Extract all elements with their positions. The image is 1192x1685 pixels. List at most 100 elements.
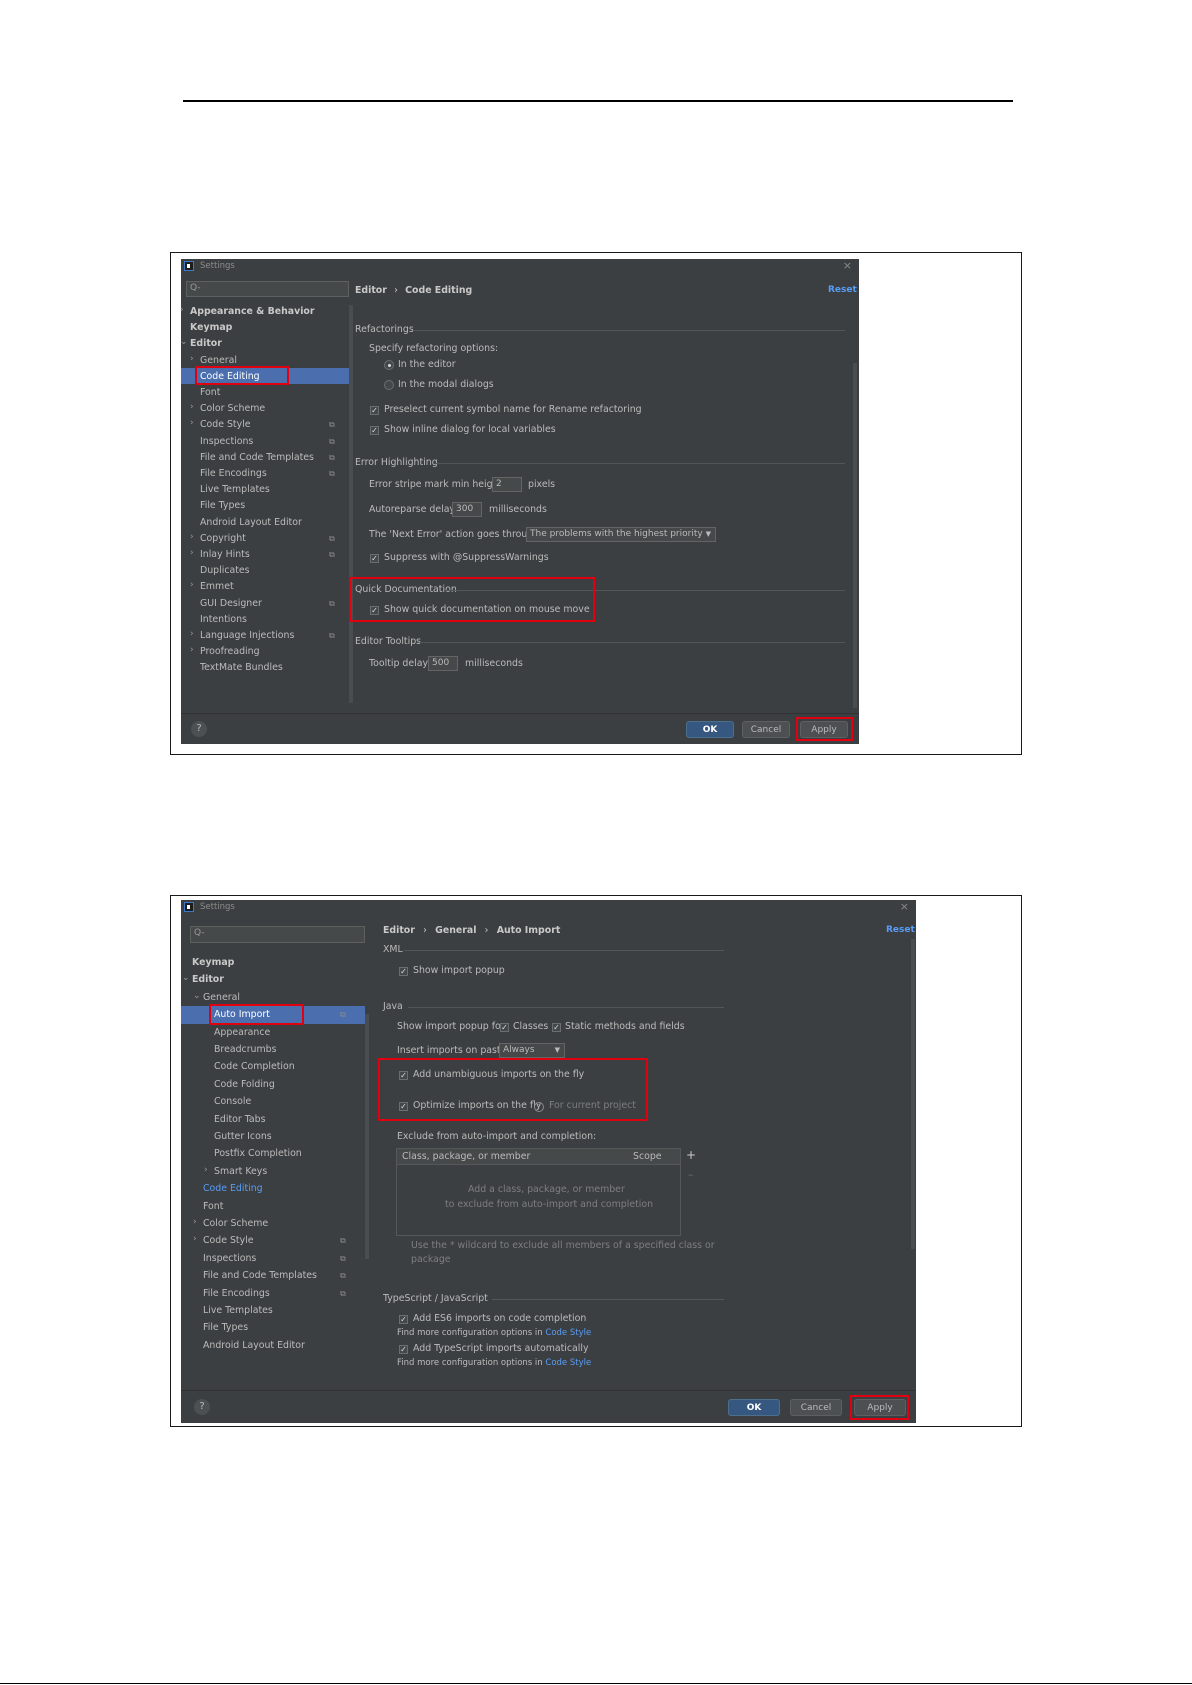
sidebar-item-appearance-behavior[interactable]: Appearance & Behavior	[190, 306, 315, 317]
sidebar-item-general[interactable]: General	[200, 355, 237, 366]
add-icon[interactable]: +	[686, 1148, 696, 1162]
sidebar-item-duplicates[interactable]: Duplicates	[200, 565, 250, 576]
settings-search-input[interactable]: Q-	[190, 926, 365, 943]
chevron-right-icon[interactable]: ›	[190, 354, 194, 364]
java-static-checkbox[interactable]: ✓	[552, 1023, 561, 1032]
chevron-right-icon[interactable]: ›	[190, 629, 194, 639]
chevron-down-icon[interactable]: ⌄	[182, 973, 190, 983]
sidebar-item-file-types[interactable]: File Types	[200, 500, 245, 511]
java-static-label[interactable]: Static methods and fields	[565, 1021, 685, 1032]
breadcrumb-editor[interactable]: Editor	[383, 925, 415, 936]
sidebar-item-android-layout-editor[interactable]: Android Layout Editor	[200, 517, 302, 528]
sidebar-item-code-editing[interactable]: Code Editing	[200, 371, 260, 382]
sidebar-item-inspections[interactable]: Inspections	[203, 1253, 256, 1264]
radio-in-modal-dialogs-label[interactable]: In the modal dialogs	[398, 379, 494, 390]
preselect-rename-checkbox[interactable]: ✓	[370, 406, 379, 415]
radio-in-the-editor-label[interactable]: In the editor	[398, 359, 456, 370]
sidebar-scrollbar[interactable]	[365, 1014, 369, 1259]
breadcrumb-editor[interactable]: Editor	[355, 285, 387, 296]
ok-button[interactable]: OK	[686, 721, 734, 738]
sidebar-item-inlay-hints[interactable]: Inlay Hints	[200, 549, 250, 560]
sidebar-item-editor[interactable]: Editor	[192, 974, 224, 985]
stripe-height-input[interactable]: 2	[492, 477, 522, 492]
xml-show-popup-checkbox[interactable]: ✓	[399, 967, 408, 976]
sidebar-item-smart-keys[interactable]: Smart Keys	[214, 1166, 267, 1177]
sidebar-item-gutter-icons[interactable]: Gutter Icons	[214, 1131, 272, 1142]
next-error-select[interactable]: The problems with the highest priority ▼	[526, 527, 716, 542]
sidebar-item-file-encodings[interactable]: File Encodings	[203, 1288, 270, 1299]
help-icon[interactable]: ?	[191, 721, 207, 737]
cancel-button[interactable]: Cancel	[790, 1399, 842, 1416]
sidebar-item-language-injections[interactable]: Language Injections	[200, 630, 294, 641]
content-scrollbar[interactable]	[853, 363, 857, 708]
sidebar-item-intentions[interactable]: Intentions	[200, 614, 247, 625]
close-icon[interactable]: ×	[900, 900, 909, 913]
sidebar-item-copyright[interactable]: Copyright	[200, 533, 246, 544]
chevron-down-icon[interactable]: ⌄	[181, 337, 188, 347]
ok-button[interactable]: OK	[728, 1399, 780, 1416]
chevron-right-icon[interactable]: ›	[193, 1217, 197, 1227]
sidebar-item-code-style[interactable]: Code Style	[200, 419, 251, 430]
chevron-right-icon[interactable]: ›	[190, 645, 194, 655]
sidebar-item-live-templates[interactable]: Live Templates	[200, 484, 270, 495]
code-style-link[interactable]: Code Style	[545, 1328, 591, 1338]
sidebar-item-file-and-code-templates[interactable]: File and Code Templates	[200, 452, 314, 463]
autoreparse-input[interactable]: 300	[452, 502, 482, 517]
suppress-warnings-label[interactable]: Suppress with @SuppressWarnings	[384, 552, 549, 563]
sidebar-item-keymap[interactable]: Keymap	[192, 957, 234, 968]
sidebar-item-code-completion[interactable]: Code Completion	[214, 1061, 295, 1072]
insert-imports-select[interactable]: Always ▼	[499, 1043, 565, 1058]
sidebar-item-general[interactable]: General	[203, 992, 240, 1003]
remove-icon[interactable]: –	[688, 1168, 694, 1181]
sidebar-item-console[interactable]: Console	[214, 1096, 251, 1107]
suppress-warnings-checkbox[interactable]: ✓	[370, 554, 379, 563]
sidebar-item-font[interactable]: Font	[200, 387, 220, 398]
sidebar-item-editor-tabs[interactable]: Editor Tabs	[214, 1114, 265, 1125]
sidebar-item-file-and-code-templates[interactable]: File and Code Templates	[203, 1270, 317, 1281]
sidebar-item-auto-import[interactable]: Auto Import	[214, 1009, 270, 1020]
java-classes-checkbox[interactable]: ✓	[500, 1023, 509, 1032]
inline-dialog-checkbox[interactable]: ✓	[370, 426, 379, 435]
sidebar-item-code-style[interactable]: Code Style	[203, 1235, 254, 1246]
sidebar-item-font[interactable]: Font	[203, 1201, 223, 1212]
chevron-right-icon[interactable]: ›	[181, 305, 184, 315]
sidebar-item-color-scheme[interactable]: Color Scheme	[200, 403, 265, 414]
sidebar-item-inspections[interactable]: Inspections	[200, 436, 253, 447]
column-scope[interactable]: Scope	[633, 1149, 662, 1164]
sidebar-item-keymap[interactable]: Keymap	[190, 322, 232, 333]
chevron-right-icon[interactable]: ›	[190, 580, 194, 590]
sidebar-item-textmate-bundles[interactable]: TextMate Bundles	[200, 662, 283, 673]
chevron-right-icon[interactable]: ›	[190, 418, 194, 428]
es6-imports-checkbox[interactable]: ✓	[399, 1315, 408, 1324]
java-classes-label[interactable]: Classes	[513, 1021, 548, 1032]
sidebar-item-live-templates[interactable]: Live Templates	[203, 1305, 273, 1316]
sidebar-item-breadcrumbs[interactable]: Breadcrumbs	[214, 1044, 276, 1055]
sidebar-item-appearance[interactable]: Appearance	[214, 1027, 270, 1038]
help-icon[interactable]: ?	[194, 1399, 210, 1415]
sidebar-item-emmet[interactable]: Emmet	[200, 581, 234, 592]
chevron-down-icon[interactable]: ⌄	[193, 991, 201, 1001]
chevron-right-icon[interactable]: ›	[190, 548, 194, 558]
cancel-button[interactable]: Cancel	[742, 721, 790, 738]
sidebar-scrollbar[interactable]	[349, 305, 353, 703]
inline-dialog-label[interactable]: Show inline dialog for local variables	[384, 424, 556, 435]
sidebar-item-file-encodings[interactable]: File Encodings	[200, 468, 267, 479]
breadcrumb-general[interactable]: General	[435, 925, 476, 936]
sidebar-item-postfix-completion[interactable]: Postfix Completion	[214, 1148, 302, 1159]
radio-in-the-editor[interactable]	[384, 360, 394, 370]
preselect-rename-label[interactable]: Preselect current symbol name for Rename…	[384, 404, 642, 415]
content-scrollbar[interactable]	[911, 939, 915, 1249]
sidebar-item-code-folding[interactable]: Code Folding	[214, 1079, 275, 1090]
close-icon[interactable]: ×	[843, 259, 852, 272]
radio-in-modal-dialogs[interactable]	[384, 380, 394, 390]
reset-link[interactable]: Reset	[828, 285, 857, 295]
reset-link[interactable]: Reset	[886, 925, 915, 935]
ts-auto-imports-checkbox[interactable]: ✓	[399, 1345, 408, 1354]
code-style-link[interactable]: Code Style	[545, 1358, 591, 1368]
tooltip-delay-input[interactable]: 500	[428, 656, 458, 671]
chevron-right-icon[interactable]: ›	[204, 1165, 208, 1175]
sidebar-item-android-layout-editor[interactable]: Android Layout Editor	[203, 1340, 305, 1351]
chevron-right-icon[interactable]: ›	[190, 532, 194, 542]
sidebar-item-editor[interactable]: Editor	[190, 338, 222, 349]
xml-show-popup-label[interactable]: Show import popup	[413, 965, 505, 976]
